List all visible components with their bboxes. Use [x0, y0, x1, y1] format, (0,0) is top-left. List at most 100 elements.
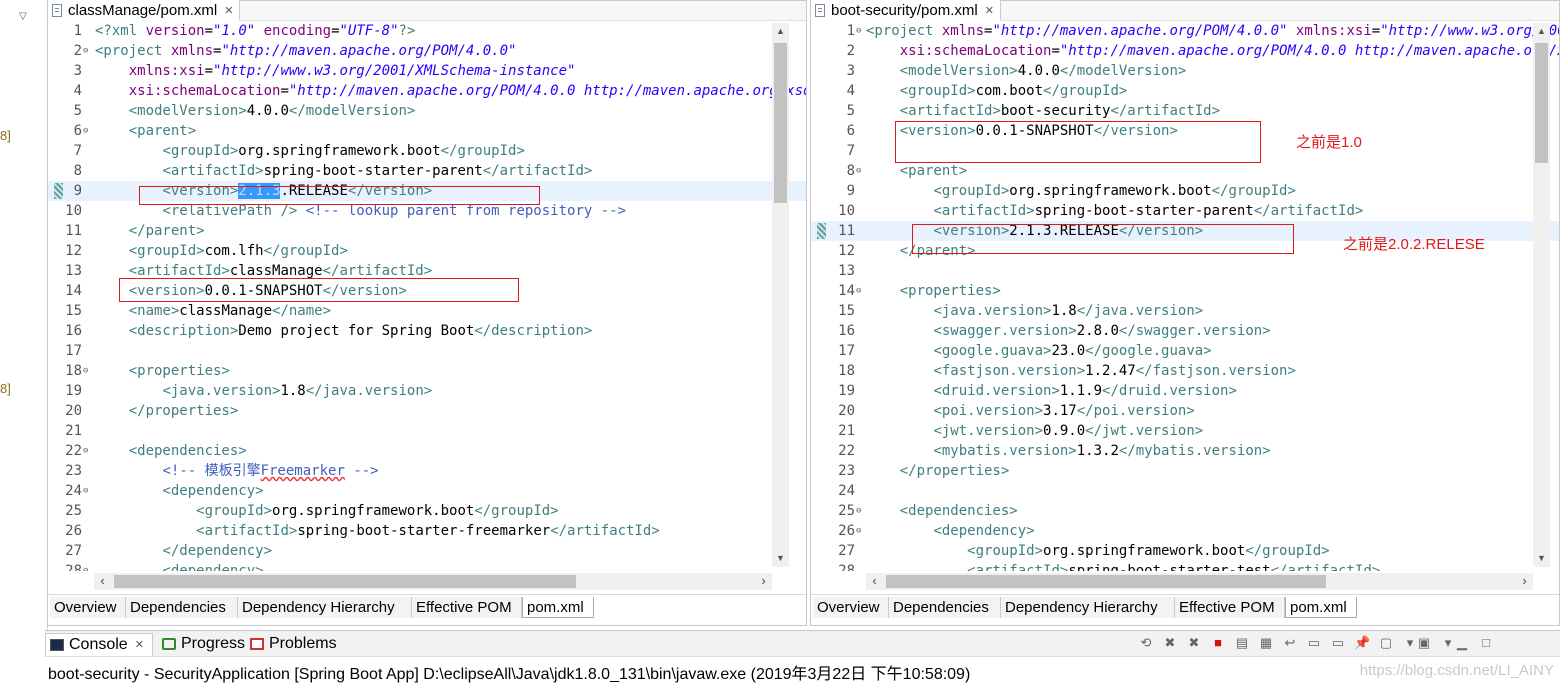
close-tab-icon[interactable]: ✕	[135, 634, 144, 656]
vertical-scrollbar[interactable]: ▲ ▼	[1533, 23, 1550, 567]
code-line[interactable]: 20 </properties>	[48, 401, 806, 421]
horizontal-scrollbar[interactable]: ‹ ›	[94, 573, 772, 590]
scroll-down-icon[interactable]: ▼	[1533, 550, 1550, 567]
scrollbar-thumb[interactable]	[774, 43, 787, 203]
code-line[interactable]: 18 <fastjson.version>1.2.47</fastjson.ve…	[811, 361, 1559, 381]
code-line[interactable]: 24	[811, 481, 1559, 501]
scroll-right-icon[interactable]: ›	[1516, 573, 1533, 590]
code-line[interactable]: 25 <groupId>org.springframework.boot</gr…	[48, 501, 806, 521]
code-line[interactable]: 14 ⊖ <properties>	[811, 281, 1559, 301]
scroll-down-icon[interactable]: ▼	[772, 550, 789, 567]
code-line[interactable]: 9 <groupId>org.springframework.boot</gro…	[811, 181, 1559, 201]
remove-all-icon[interactable]: ✖	[1186, 636, 1202, 650]
code-line[interactable]: 25 ⊖ <dependencies>	[811, 501, 1559, 521]
code-line[interactable]: 4 xsi:schemaLocation="http://maven.apach…	[48, 81, 806, 101]
scroll-left-icon[interactable]: ‹	[866, 573, 883, 590]
pom-tab-dependency-hierarchy[interactable]: Dependency Hierarchy	[1001, 597, 1175, 618]
new-console-icon[interactable]: ▣	[1416, 636, 1432, 650]
code-line[interactable]: 12 <groupId>com.lfh</groupId>	[48, 241, 806, 261]
pom-tab-pom-xml[interactable]: pom.xml	[1285, 597, 1357, 618]
fold-toggle-icon[interactable]: ⊖	[83, 561, 88, 571]
code-line[interactable]: 27 </dependency>	[48, 541, 806, 561]
pom-tab-dependencies[interactable]: Dependencies	[889, 597, 1001, 618]
pom-tab-dependency-hierarchy[interactable]: Dependency Hierarchy	[238, 597, 412, 618]
code-line[interactable]: 21	[48, 421, 806, 441]
pom-tab-effective-pom[interactable]: Effective POM	[412, 597, 522, 618]
fold-toggle-icon[interactable]: ⊖	[83, 41, 88, 61]
fold-toggle-icon[interactable]: ⊖	[83, 361, 88, 381]
code-line[interactable]: 17 <google.guava>23.0</google.guava>	[811, 341, 1559, 361]
scrollbar-thumb[interactable]	[114, 575, 576, 588]
code-line[interactable]: 22 <mybatis.version>1.3.2</mybatis.versi…	[811, 441, 1559, 461]
code-line[interactable]: 5 <artifactId>boot-security</artifactId>	[811, 101, 1559, 121]
code-line[interactable]: 16 <description>Demo project for Spring …	[48, 321, 806, 341]
code-line[interactable]: 23 <!-- 模板引擎Freemarker -->	[48, 461, 806, 481]
tab-problems[interactable]: Problems	[250, 633, 337, 655]
code-line[interactable]: 2 xsi:schemaLocation="http://maven.apach…	[811, 41, 1559, 61]
tab-progress[interactable]: Progress	[162, 633, 245, 655]
pom-tab-dependencies[interactable]: Dependencies	[126, 597, 238, 618]
code-line[interactable]: 1 <?xml version="1.0" encoding="UTF-8"?>	[48, 21, 806, 41]
editor-tab-classmanage-pom[interactable]: classManage/pom.xml ✕	[48, 0, 241, 21]
fold-toggle-icon[interactable]: ⊖	[856, 21, 861, 41]
code-line[interactable]: 7 <groupId>org.springframework.boot</gro…	[48, 141, 806, 161]
code-line[interactable]: 20 <poi.version>3.17</poi.version>	[811, 401, 1559, 421]
code-line[interactable]: 19 <druid.version>1.1.9</druid.version>	[811, 381, 1559, 401]
code-line[interactable]: 11 </parent>	[48, 221, 806, 241]
code-line[interactable]: 27 <groupId>org.springframework.boot</gr…	[811, 541, 1559, 561]
code-line[interactable]: 21 <jwt.version>0.9.0</jwt.version>	[811, 421, 1559, 441]
code-line[interactable]: 5 <modelVersion>4.0.0</modelVersion>	[48, 101, 806, 121]
horizontal-scrollbar[interactable]: ‹ ›	[866, 573, 1533, 590]
fold-toggle-icon[interactable]: ⊖	[856, 521, 861, 541]
code-area[interactable]: 1 ⊖ <project xmlns="http://maven.apache.or…	[811, 21, 1559, 571]
code-line[interactable]: 8 <artifactId>spring-boot-starter-parent…	[48, 161, 806, 181]
scrollbar-thumb[interactable]	[886, 575, 1326, 588]
code-line[interactable]: 4 <groupId>com.boot</groupId>	[811, 81, 1559, 101]
editor-tab-boot-security-pom[interactable]: boot-security/pom.xml ✕	[811, 0, 1001, 21]
pom-tab-effective-pom[interactable]: Effective POM	[1175, 597, 1285, 618]
show-on-err-icon[interactable]: ▭	[1330, 636, 1346, 650]
fold-toggle-icon[interactable]: ⊖	[83, 481, 88, 501]
word-wrap-icon[interactable]: ↩	[1282, 636, 1298, 650]
terminate-icon[interactable]: ■	[1210, 636, 1226, 650]
remove-launch-icon[interactable]: ✖	[1162, 636, 1178, 650]
pin-icon[interactable]: ⟲	[1138, 636, 1154, 650]
fold-toggle-icon[interactable]: ⊖	[83, 121, 88, 141]
display-console-icon[interactable]: ▢	[1378, 636, 1394, 650]
code-line[interactable]: 2 ⊖ <project xmlns="http://maven.apache.or…	[48, 41, 806, 61]
pom-tab-overview[interactable]: Overview	[50, 597, 126, 618]
code-line[interactable]: 3 xmlns:xsi="http://www.w3.org/2001/XMLS…	[48, 61, 806, 81]
fold-toggle-icon[interactable]: ⊖	[856, 161, 861, 181]
fold-toggle-icon[interactable]: ⊖	[856, 281, 861, 301]
close-tab-icon[interactable]: ✕	[985, 4, 994, 17]
code-line[interactable]: 23 </properties>	[811, 461, 1559, 481]
code-line[interactable]: 16 <swagger.version>2.8.0</swagger.versi…	[811, 321, 1559, 341]
view-menu-icon[interactable]: ▽	[19, 11, 27, 22]
code-line[interactable]: 8 ⊖ <parent>	[811, 161, 1559, 181]
code-line[interactable]: 26 <artifactId>spring-boot-starter-freem…	[48, 521, 806, 541]
tab-console[interactable]: Console ✕	[45, 633, 153, 656]
pom-tab-pom-xml[interactable]: pom.xml	[522, 597, 594, 618]
scroll-up-icon[interactable]: ▲	[772, 23, 789, 40]
code-line[interactable]: 10 <artifactId>spring-boot-starter-paren…	[811, 201, 1559, 221]
code-line[interactable]: 3 <modelVersion>4.0.0</modelVersion>	[811, 61, 1559, 81]
code-line[interactable]: 18 ⊖ <properties>	[48, 361, 806, 381]
code-line[interactable]: 15 <java.version>1.8</java.version>	[811, 301, 1559, 321]
code-line[interactable]: 15 <name>classManage</name>	[48, 301, 806, 321]
fold-toggle-icon[interactable]: ⊖	[83, 441, 88, 461]
code-line[interactable]: 17	[48, 341, 806, 361]
code-line[interactable]: 28 <artifactId>spring-boot-starter-test<…	[811, 561, 1559, 571]
pin-console-icon[interactable]: 📌	[1354, 636, 1370, 650]
show-on-out-icon[interactable]: ▭	[1306, 636, 1322, 650]
scroll-up-icon[interactable]: ▲	[1533, 23, 1550, 40]
scrollbar-thumb[interactable]	[1535, 43, 1548, 163]
scroll-right-icon[interactable]: ›	[755, 573, 772, 590]
code-line[interactable]: 19 <java.version>1.8</java.version>	[48, 381, 806, 401]
code-line[interactable]: 22 ⊖ <dependencies>	[48, 441, 806, 461]
code-line[interactable]: 28 ⊖ <dependency>	[48, 561, 806, 571]
code-line[interactable]: 24 ⊖ <dependency>	[48, 481, 806, 501]
maximize-icon[interactable]: □	[1478, 636, 1494, 650]
code-line[interactable]: 6 ⊖ <parent>	[48, 121, 806, 141]
code-line[interactable]: 13	[811, 261, 1559, 281]
scroll-left-icon[interactable]: ‹	[94, 573, 111, 590]
